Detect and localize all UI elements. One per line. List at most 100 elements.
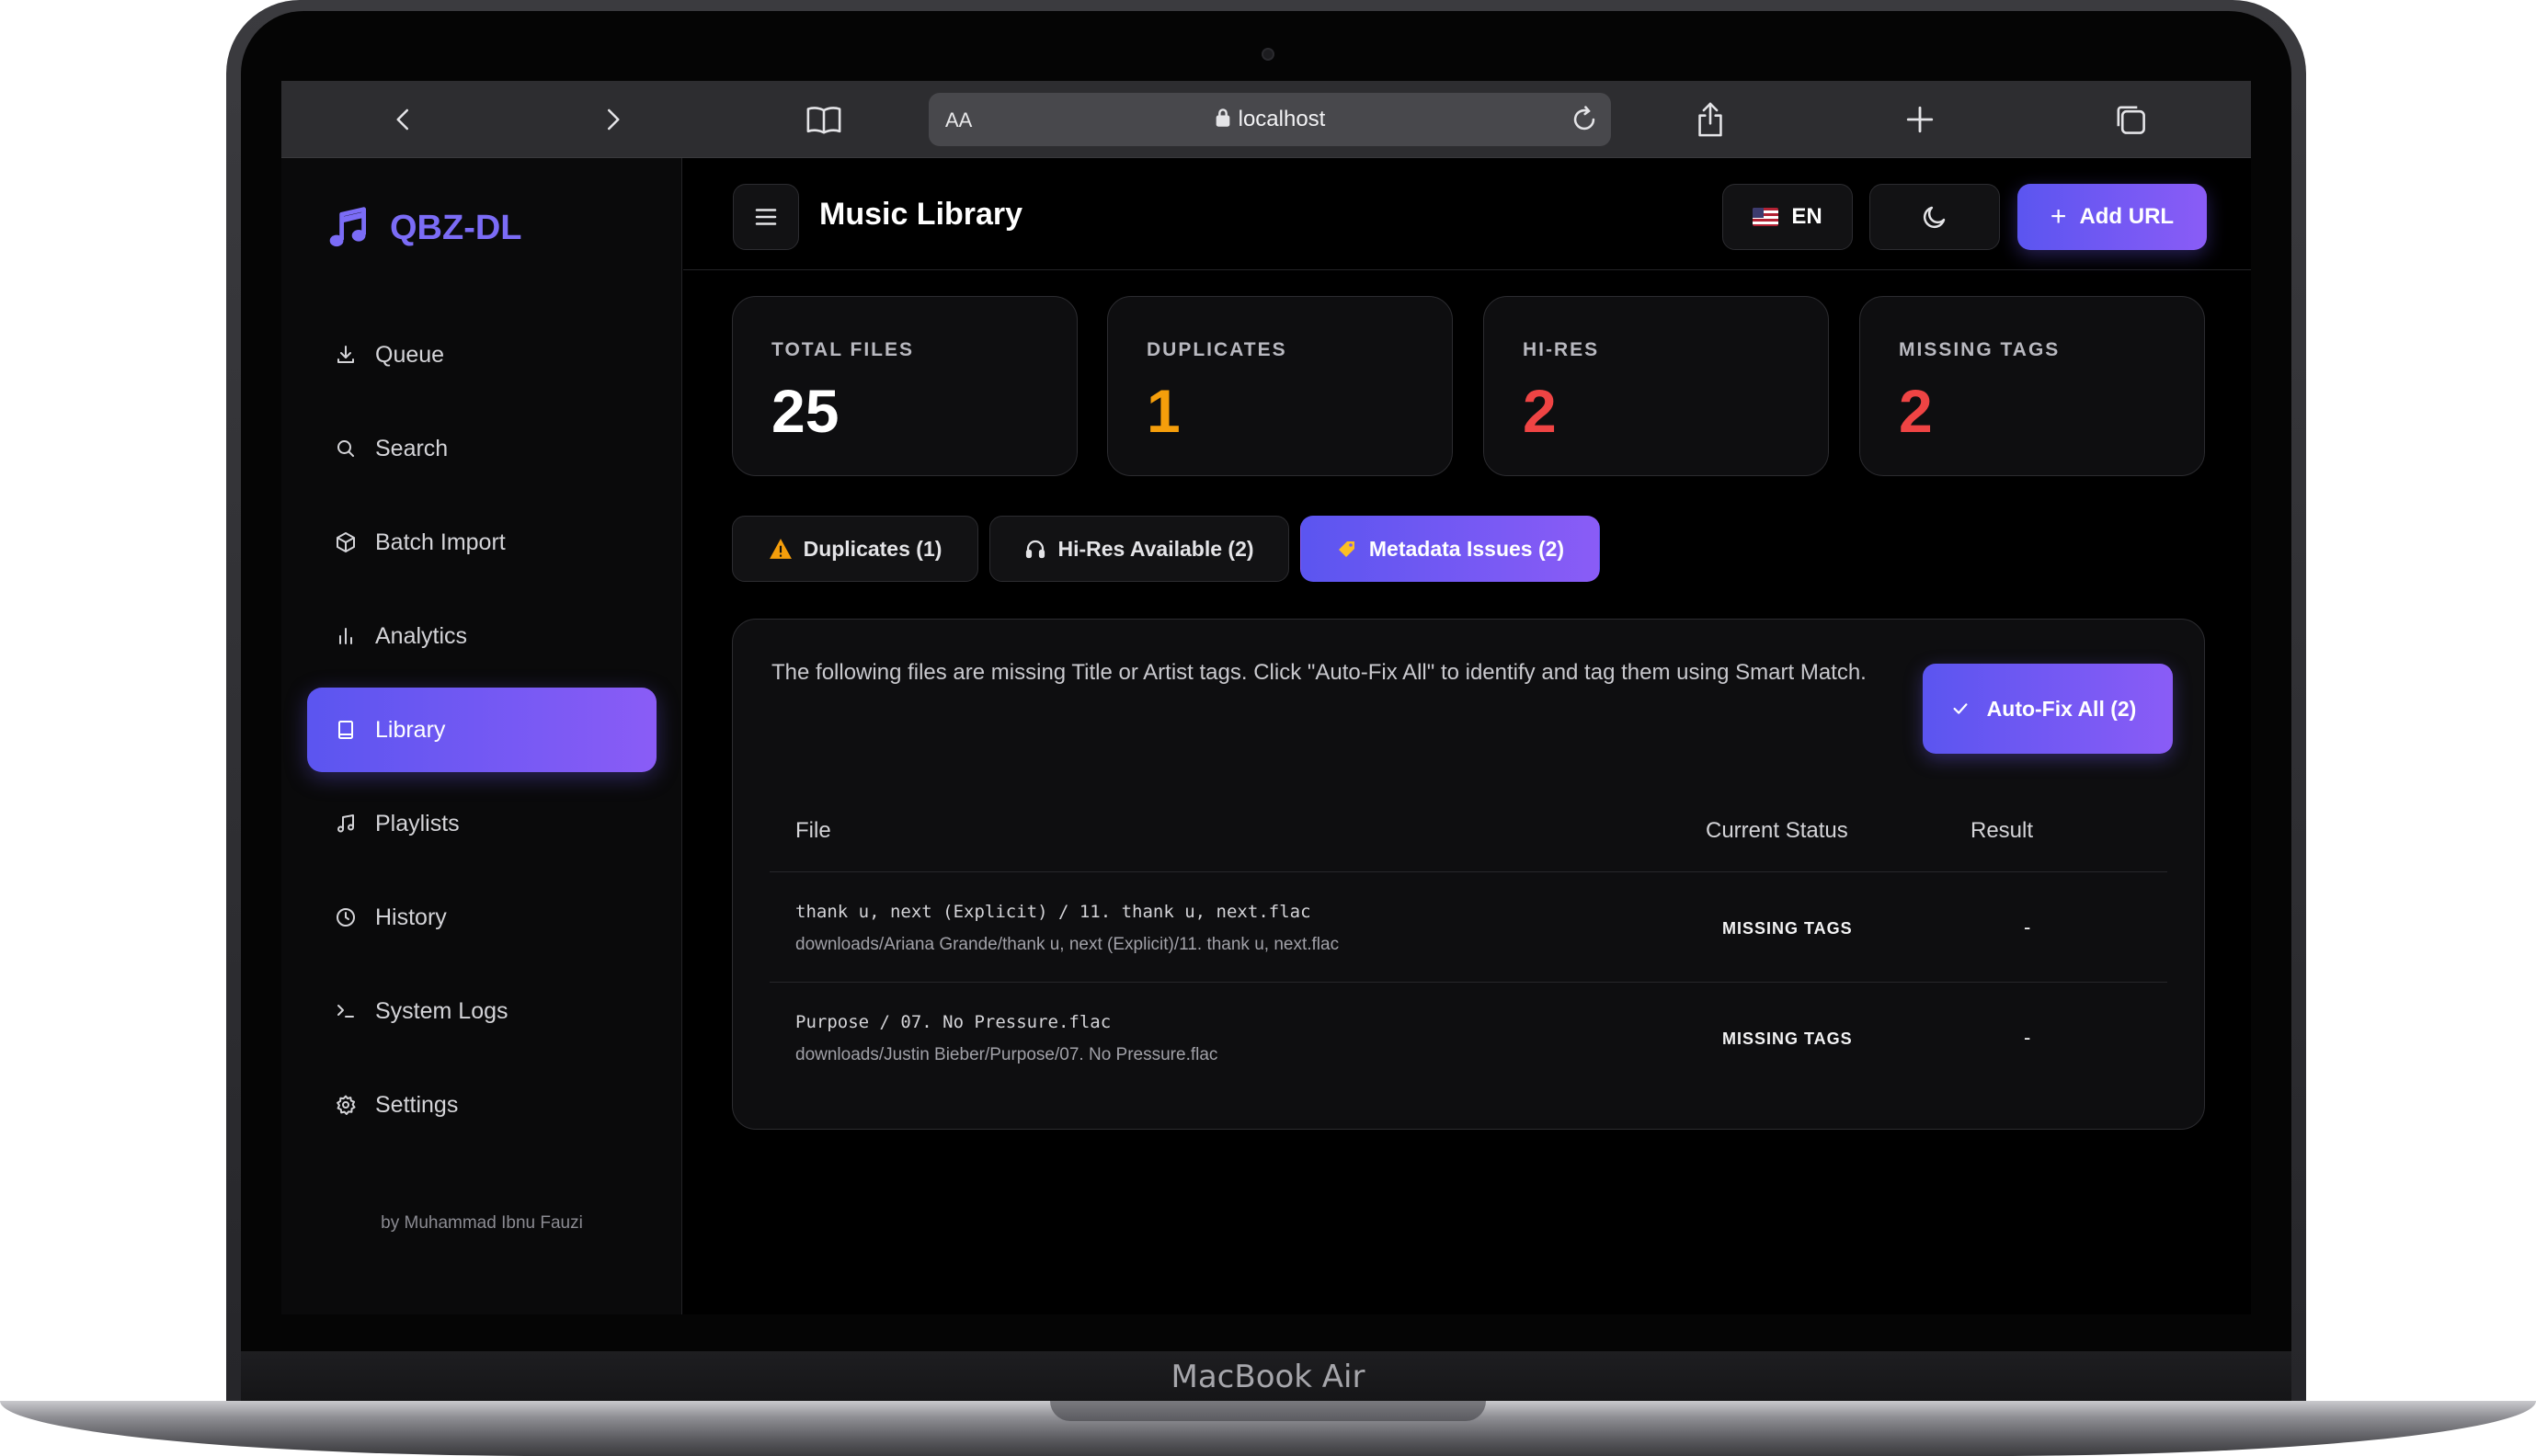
- laptop-hinge-notch: [1050, 1401, 1486, 1421]
- stat-value: 1: [1147, 377, 1181, 445]
- brand-name: QBZ-DL: [390, 208, 522, 247]
- sidebar-item-label: Batch Import: [375, 529, 506, 555]
- tab-duplicates[interactable]: Duplicates (1): [732, 516, 978, 582]
- status-badge: MISSING TAGS: [1722, 919, 1853, 938]
- file-path: downloads/Ariana Grande/thank u, next (E…: [795, 935, 1340, 954]
- page-title: Music Library: [819, 197, 1023, 232]
- file-name: Purpose / 07. No Pressure.flac: [795, 1012, 1112, 1032]
- chevron-right-icon: [608, 108, 620, 131]
- tab-hi-res-available[interactable]: Hi-Res Available (2): [989, 516, 1289, 582]
- url-text: localhost: [1238, 107, 1326, 131]
- language-label: EN: [1791, 204, 1822, 229]
- file-path: downloads/Justin Bieber/Purpose/07. No P…: [795, 1045, 1218, 1064]
- sidebar-item-history[interactable]: History: [307, 875, 657, 960]
- camera-icon: [1262, 48, 1274, 61]
- stat-card-duplicates: DUPLICATES 1: [1107, 296, 1453, 476]
- plus-icon: [1906, 106, 1934, 133]
- column-header-file: File: [795, 818, 831, 843]
- stat-label: MISSING TAGS: [1899, 339, 2061, 360]
- hamburger-menu-icon: [755, 209, 777, 225]
- auto-fix-all-label: Auto-Fix All (2): [1986, 696, 2137, 721]
- tabs-icon: [2117, 106, 2145, 134]
- language-switch-button[interactable]: EN: [1722, 184, 1853, 250]
- browser-toolbar: AA localhost: [281, 81, 2251, 158]
- status-badge: MISSING TAGS: [1722, 1029, 1853, 1048]
- moon-icon: [1923, 206, 1946, 229]
- sidebar-item-batch-import[interactable]: Batch Import: [307, 500, 657, 585]
- result-value: -: [2024, 916, 2031, 938]
- chevron-left-icon: [396, 108, 408, 131]
- menu-toggle-button[interactable]: [733, 184, 799, 250]
- url-display: localhost: [929, 107, 1611, 132]
- music-note-icon: [333, 811, 359, 836]
- sidebar-item-analytics[interactable]: Analytics: [307, 594, 657, 678]
- music-note-logo-icon: [329, 207, 367, 247]
- sidebar-item-label: Search: [375, 435, 449, 461]
- bar-chart-icon: [333, 623, 359, 649]
- sidebar-item-label: Analytics: [375, 622, 468, 649]
- reload-button[interactable]: [1569, 104, 1600, 140]
- add-url-label: Add URL: [2079, 204, 2175, 229]
- stat-value: 25: [771, 377, 840, 445]
- plus-icon: +: [2050, 201, 2067, 232]
- sidebar-item-label: Playlists: [375, 810, 460, 836]
- us-flag-icon: [1753, 208, 1779, 226]
- theme-toggle-button[interactable]: [1869, 184, 2000, 250]
- check-icon: [1950, 699, 1971, 719]
- gear-icon: [333, 1092, 359, 1118]
- new-tab-button[interactable]: [1897, 97, 1943, 142]
- clock-icon: [333, 904, 359, 930]
- warning-icon: [769, 538, 793, 560]
- terminal-icon: [333, 998, 359, 1024]
- share-button[interactable]: [1687, 97, 1733, 142]
- result-value: -: [2024, 1026, 2031, 1049]
- tag-icon: [1336, 538, 1358, 560]
- stat-label: DUPLICATES: [1147, 339, 1287, 360]
- reload-icon: [1573, 106, 1595, 131]
- sidebar-item-library[interactable]: Library: [307, 688, 657, 772]
- sidebar-item-system-logs[interactable]: System Logs: [307, 969, 657, 1053]
- stat-card-hi-res: HI-RES 2: [1483, 296, 1829, 476]
- forward-button[interactable]: [589, 97, 635, 142]
- bookmarks-button[interactable]: [801, 97, 847, 142]
- panel-description: The following files are missing Title or…: [771, 660, 1867, 685]
- sidebar-item-label: Settings: [375, 1091, 459, 1118]
- tab-label: Metadata Issues (2): [1368, 536, 1565, 561]
- sidebar: QBZ-DL Queue Search Batch Import Analyti…: [281, 158, 682, 1314]
- sidebar-item-queue[interactable]: Queue: [307, 313, 657, 397]
- share-icon: [1698, 102, 1722, 137]
- author-credit: by Muhammad Ibnu Fauzi: [381, 1213, 583, 1233]
- sidebar-item-label: History: [375, 904, 447, 930]
- tab-label: Hi-Res Available (2): [1057, 536, 1254, 561]
- brand-logo[interactable]: QBZ-DL: [327, 206, 522, 250]
- stat-card-missing-tags: MISSING TAGS 2: [1859, 296, 2205, 476]
- open-book-icon: [806, 107, 841, 134]
- search-icon: [333, 436, 359, 461]
- sidebar-item-label: System Logs: [375, 997, 508, 1024]
- sidebar-item-label: Queue: [375, 341, 445, 368]
- sidebar-item-search[interactable]: Search: [307, 406, 657, 491]
- package-icon: [333, 529, 359, 555]
- headphones-icon: [1024, 538, 1046, 560]
- back-button[interactable]: [381, 97, 427, 142]
- page-header: Music Library EN + Add URL: [683, 158, 2251, 270]
- stat-label: TOTAL FILES: [771, 339, 915, 360]
- stat-value: 2: [1523, 377, 1557, 445]
- download-icon: [333, 342, 359, 368]
- column-header-result: Result: [1971, 818, 2034, 843]
- lock-icon: [1216, 108, 1229, 127]
- sidebar-item-settings[interactable]: Settings: [307, 1063, 657, 1147]
- table-divider: [770, 871, 2167, 872]
- sidebar-item-label: Library: [375, 716, 446, 743]
- screen: AA localhost QBZ-DL Queue Search Batch I…: [281, 81, 2251, 1314]
- sidebar-item-playlists[interactable]: Playlists: [307, 781, 657, 866]
- file-name: thank u, next (Explicit) / 11. thank u, …: [795, 902, 1311, 922]
- tabs-overview-button[interactable]: [2108, 97, 2153, 142]
- tab-label: Duplicates (1): [803, 536, 942, 561]
- add-url-button[interactable]: + Add URL: [2017, 184, 2207, 250]
- auto-fix-all-button[interactable]: Auto-Fix All (2): [1923, 664, 2173, 754]
- address-bar[interactable]: AA localhost: [929, 93, 1611, 146]
- stat-value: 2: [1899, 377, 1933, 445]
- table-divider: [770, 982, 2167, 983]
- tab-metadata-issues[interactable]: Metadata Issues (2): [1300, 516, 1600, 582]
